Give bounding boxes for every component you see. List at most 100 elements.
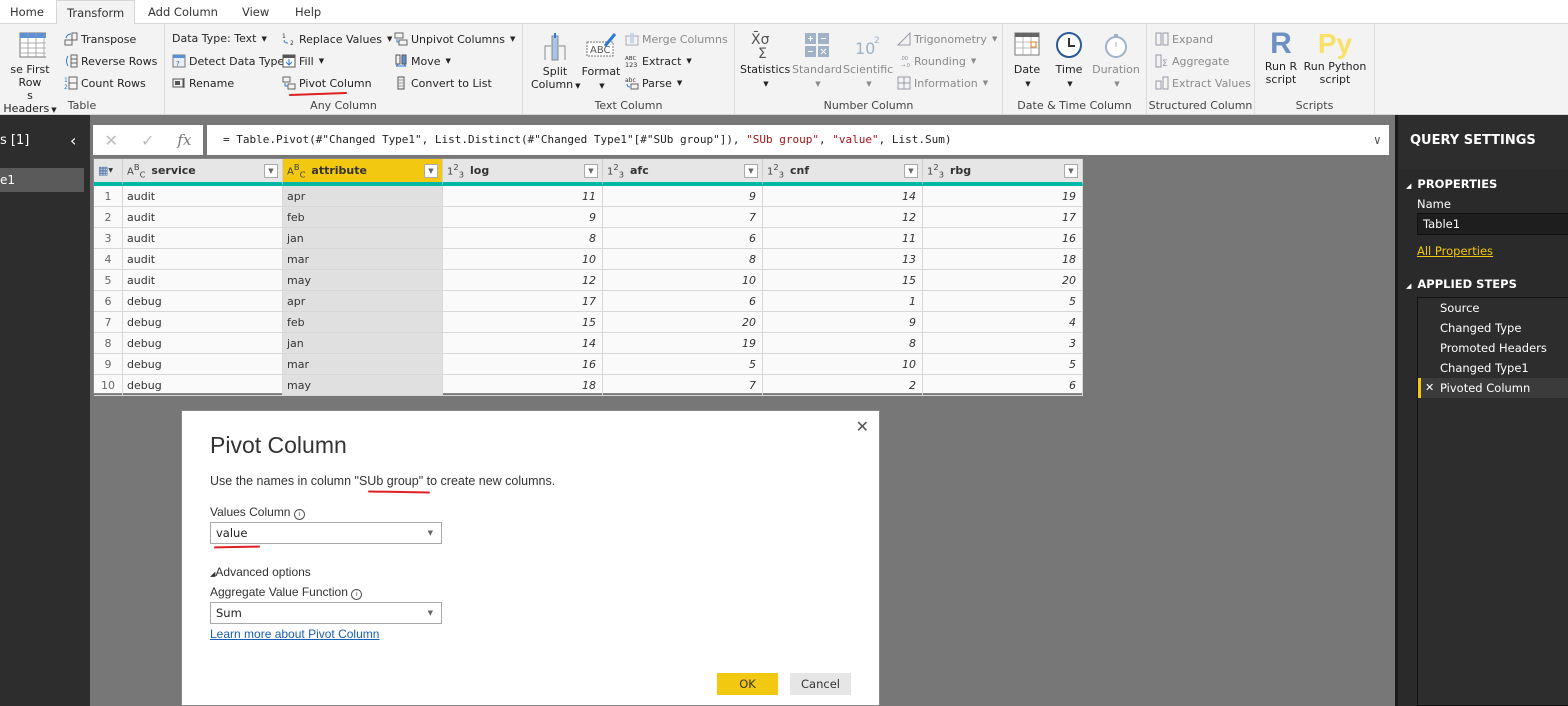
expand-formula-chevron-icon[interactable]: ∨ [1374, 125, 1381, 155]
table-cell[interactable]: 2 [763, 375, 923, 396]
info-icon[interactable]: i [293, 509, 305, 520]
table-cell[interactable]: 18 [443, 375, 603, 396]
table-cell[interactable]: audit [123, 207, 283, 228]
learn-more-link[interactable]: Learn more about Pivot Column [210, 627, 379, 641]
table-cell[interactable]: apr [283, 291, 443, 312]
table-cell[interactable]: 9 [443, 207, 603, 228]
table-cell[interactable]: 4 [923, 312, 1083, 333]
aggregate-button[interactable]: Σ Aggregate [1155, 54, 1229, 68]
table-cell[interactable]: jan [283, 228, 443, 249]
tab-view[interactable]: View [232, 0, 279, 24]
rounding-button[interactable]: .00 →.0 Rounding ▼ [897, 54, 976, 69]
table-cell[interactable]: debug [123, 333, 283, 354]
table-cell[interactable]: feb [283, 312, 443, 333]
table-cell[interactable]: 12 [443, 270, 603, 291]
applied-step-item[interactable]: Source [1418, 298, 1568, 318]
applied-step-item[interactable]: Changed Type [1418, 318, 1568, 338]
function-fx-icon[interactable]: fx [177, 131, 191, 149]
table-cell[interactable]: 9 [763, 312, 923, 333]
table-cell[interactable]: may [283, 375, 443, 396]
trigonometry-button[interactable]: Trigonometry ▼ [897, 32, 997, 46]
table-cell[interactable]: 6 [603, 291, 763, 312]
column-header-cnf[interactable]: 123 cnf ▼ [763, 159, 923, 186]
table-cell[interactable]: 5 [603, 354, 763, 375]
column-filter-dropdown-icon[interactable]: ▼ [1064, 164, 1078, 178]
count-rows-button[interactable]: 1 2 Count Rows [64, 76, 146, 90]
table-cell[interactable]: 17 [443, 291, 603, 312]
table-cell[interactable]: 19 [923, 186, 1083, 207]
column-header-attribute[interactable]: ABC attribute ▼ [283, 159, 443, 186]
table-cell[interactable]: 16 [443, 354, 603, 375]
ok-button[interactable]: OK [717, 673, 778, 695]
standard-button[interactable]: Standard ▼ [791, 30, 843, 91]
values-column-dropdown[interactable]: value ▼ [210, 522, 442, 544]
delete-step-icon[interactable]: ✕ [1425, 378, 1434, 398]
data-type-dropdown[interactable]: Data Type: Text ▼ [172, 32, 267, 45]
whole-number-type-icon[interactable]: 123 [927, 162, 944, 179]
table-menu-icon[interactable]: ▦ ▼ [94, 159, 123, 186]
table-cell[interactable]: feb [283, 207, 443, 228]
table-cell[interactable]: 16 [923, 228, 1083, 249]
table-cell[interactable]: 5 [923, 354, 1083, 375]
cancel-formula-icon[interactable]: ✕ [105, 131, 118, 150]
expand-button[interactable]: Expand [1155, 32, 1213, 46]
table-cell[interactable]: 10 [443, 249, 603, 270]
table-cell[interactable]: 7 [603, 375, 763, 396]
text-type-icon[interactable]: ABC [287, 162, 305, 179]
cancel-button[interactable]: Cancel [790, 673, 851, 695]
tab-home[interactable]: Home [0, 0, 54, 24]
close-icon[interactable]: ✕ [856, 417, 869, 436]
table-cell[interactable]: audit [123, 270, 283, 291]
table-cell[interactable]: 20 [603, 312, 763, 333]
advanced-options-toggle[interactable]: ◢Advanced options [210, 565, 311, 579]
properties-section-header[interactable]: ◢ PROPERTIES [1406, 177, 1497, 191]
table-cell[interactable]: 5 [923, 291, 1083, 312]
all-properties-link[interactable]: All Properties [1417, 244, 1493, 258]
pivot-column-button[interactable]: Pivot Column [282, 76, 372, 90]
applied-step-item[interactable]: Changed Type1 [1418, 358, 1568, 378]
statistics-button[interactable]: X̄σ Σ Statistics ▼ [740, 30, 790, 91]
table-cell[interactable]: 9 [603, 186, 763, 207]
tab-help[interactable]: Help [285, 0, 331, 24]
query-item[interactable]: e1 [0, 168, 84, 192]
table-cell[interactable]: mar [283, 354, 443, 375]
commit-formula-icon[interactable]: ✓ [141, 131, 154, 150]
tab-add-column[interactable]: Add Column [138, 0, 228, 24]
table-cell[interactable]: may [283, 270, 443, 291]
table-cell[interactable]: 14 [763, 186, 923, 207]
unpivot-columns-button[interactable]: Unpivot Columns ▼ [394, 32, 515, 46]
fill-button[interactable]: Fill ▼ [282, 54, 324, 68]
applied-step-item[interactable]: ✕ Pivoted Column [1418, 378, 1568, 398]
table-cell[interactable]: 15 [763, 270, 923, 291]
information-button[interactable]: Information ▼ [897, 76, 988, 90]
merge-columns-button[interactable]: Merge Columns [625, 32, 728, 46]
table-cell[interactable]: 18 [923, 249, 1083, 270]
date-button[interactable]: Date ▼ [1009, 30, 1045, 91]
scientific-button[interactable]: 10 2 Scientific ▼ [843, 30, 893, 91]
extract-button[interactable]: ABC 123 Extract ▼ [625, 54, 692, 69]
reverse-rows-button[interactable]: Reverse Rows [64, 54, 157, 68]
whole-number-type-icon[interactable]: 123 [447, 162, 464, 179]
column-filter-dropdown-icon[interactable]: ▼ [744, 164, 758, 178]
query-name-input[interactable]: Table1 [1417, 213, 1568, 235]
detect-data-type-button[interactable]: ? Detect Data Type [172, 54, 284, 68]
format-button[interactable]: ABC Format ▼ [581, 32, 621, 93]
column-filter-dropdown-icon[interactable]: ▼ [584, 164, 598, 178]
applied-step-item[interactable]: Promoted Headers [1418, 338, 1568, 358]
column-filter-dropdown-icon[interactable]: ▼ [904, 164, 918, 178]
move-button[interactable]: Move ▼ [394, 54, 451, 68]
table-cell[interactable]: 10 [763, 354, 923, 375]
column-filter-dropdown-icon[interactable]: ▼ [264, 164, 278, 178]
text-type-icon[interactable]: ABC [127, 162, 145, 179]
whole-number-type-icon[interactable]: 123 [607, 162, 624, 179]
run-python-script-button[interactable]: Py Run Python script [1303, 28, 1367, 86]
table-cell[interactable]: audit [123, 249, 283, 270]
table-cell[interactable]: 10 [603, 270, 763, 291]
table-cell[interactable]: 8 [443, 228, 603, 249]
table-cell[interactable]: 12 [763, 207, 923, 228]
info-icon[interactable]: i [351, 589, 363, 600]
table-cell[interactable]: jan [283, 333, 443, 354]
duration-button[interactable]: Duration ▼ [1091, 30, 1141, 91]
split-column-button[interactable]: Split Column ▼ [531, 32, 581, 93]
table-cell[interactable]: 7 [603, 207, 763, 228]
